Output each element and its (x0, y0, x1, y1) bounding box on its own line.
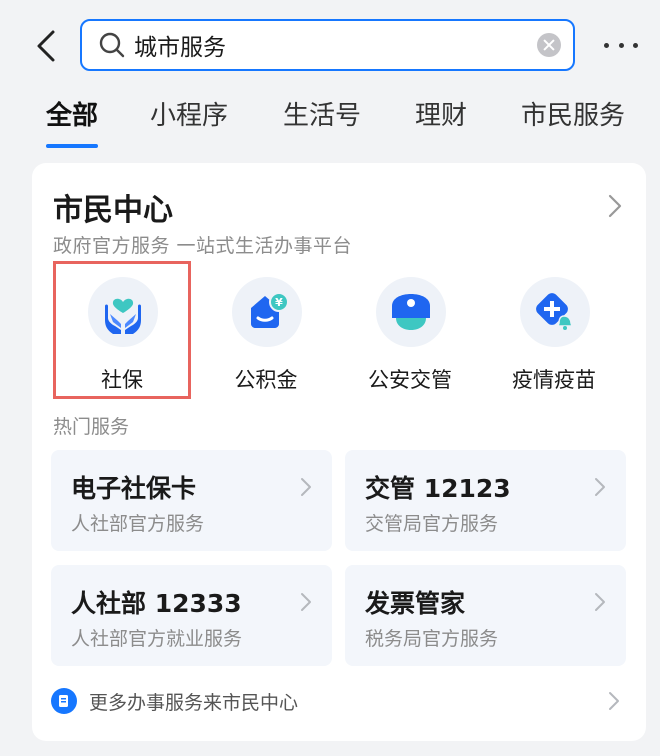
more-services-text: 更多办事服务来市民中心 (89, 692, 299, 714)
hot-service-hr-12333[interactable]: 人社部 12333 人社部官方就业服务 (51, 565, 332, 666)
service-housing-fund[interactable]: ¥ 公积金 (199, 271, 333, 399)
tile-subtitle: 税务局官方服务 (365, 628, 499, 650)
chevron-left-icon (37, 30, 55, 62)
chevron-right-icon (301, 593, 311, 611)
tile-subtitle: 人社部官方就业服务 (71, 628, 243, 650)
health-plus-bell-icon (536, 293, 574, 330)
dot (618, 42, 624, 48)
service-icon-bg (376, 277, 446, 347)
top-bar: 城市服务 (0, 0, 660, 90)
search-input[interactable]: 城市服务 (80, 19, 575, 71)
chevron-right-icon[interactable] (605, 193, 625, 219)
tile-subtitle: 人社部官方服务 (71, 513, 205, 535)
tab-label: 全部 (46, 101, 99, 131)
tile-title: 电子社保卡 (71, 474, 197, 503)
service-police-traffic[interactable]: 公安交管 (343, 271, 477, 399)
tab-mini-programs[interactable]: 小程序 (150, 96, 228, 152)
chevron-right-icon (595, 593, 605, 611)
clear-icon[interactable] (537, 33, 561, 57)
chevron-right-icon (609, 692, 619, 710)
search-query-text[interactable]: 城市服务 (134, 28, 537, 62)
citizen-center-card: 市民中心 政府官方服务 一站式生活办事平台 社保 ¥ 公积金 公安交管 疫情疫苗… (32, 163, 646, 741)
tile-title: 交管 12123 (365, 474, 511, 503)
service-label: 疫情疫苗 (512, 368, 596, 392)
tab-all[interactable]: 全部 (46, 96, 99, 152)
tile-title: 发票管家 (365, 589, 466, 618)
svg-text:¥: ¥ (275, 296, 283, 309)
chevron-right-icon (595, 478, 605, 496)
housing-fund-house-yen-icon: ¥ (251, 292, 289, 328)
tab-label: 理财 (415, 101, 468, 131)
chevron-right-icon (301, 478, 311, 496)
search-icon (99, 32, 125, 58)
highlight-frame (53, 261, 191, 399)
service-label: 公积金 (234, 368, 298, 392)
document-glyph (59, 695, 68, 707)
category-tabs: 全部 小程序 生活号 理财 市民服务 (0, 96, 660, 154)
hot-service-traffic-12123[interactable]: 交管 12123 交管局官方服务 (345, 450, 626, 551)
service-label: 公安交管 (368, 368, 452, 392)
tab-citizen-services[interactable]: 市民服务 (521, 96, 625, 152)
back-button[interactable] (28, 28, 64, 64)
more-services-link[interactable]: 更多办事服务来市民中心 (51, 687, 631, 717)
service-epidemic-vaccine[interactable]: 疫情疫苗 (487, 271, 621, 399)
card-title[interactable]: 市民中心 (53, 185, 173, 229)
tile-title: 人社部 12333 (71, 589, 242, 618)
hot-service-invoice-manager[interactable]: 发票管家 税务局官方服务 (345, 565, 626, 666)
card-subtitle: 政府官方服务 一站式生活办事平台 (53, 235, 353, 257)
hot-service-e-social-card[interactable]: 电子社保卡 人社部官方服务 (51, 450, 332, 551)
dot (633, 42, 638, 48)
tab-finance[interactable]: 理财 (415, 96, 467, 152)
hot-services-label: 热门服务 (53, 416, 130, 438)
tab-life-accounts[interactable]: 生活号 (283, 96, 361, 152)
service-icon-bg: ¥ (232, 277, 302, 347)
tab-label: 市民服务 (521, 101, 626, 131)
more-dots-icon[interactable] (604, 30, 638, 60)
service-icon-bg (520, 277, 590, 347)
tab-label: 生活号 (283, 101, 362, 131)
tile-subtitle: 交管局官方服务 (365, 513, 499, 535)
document-icon (51, 688, 77, 714)
tab-label: 小程序 (150, 101, 229, 131)
active-tab-indicator (46, 144, 99, 148)
dot (604, 42, 609, 48)
police-cap-icon (392, 294, 430, 330)
